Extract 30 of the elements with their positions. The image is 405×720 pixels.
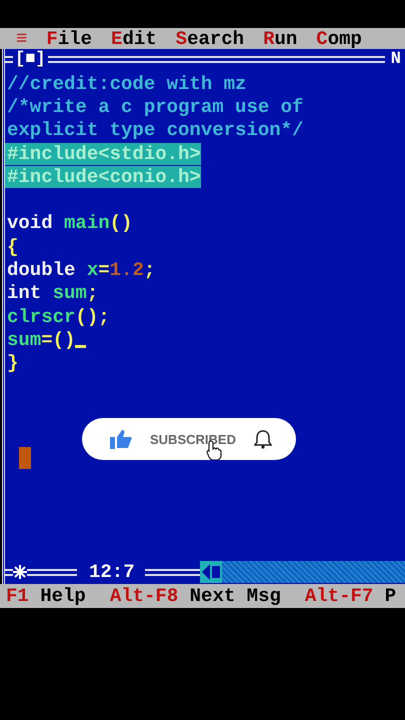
resize-corner-icon[interactable] xyxy=(13,565,27,579)
shortcut-hint[interactable]: F1 Help xyxy=(6,585,86,607)
code-line: sum=() xyxy=(6,328,76,351)
subscribed-label[interactable]: SUBSCRIBED xyxy=(150,432,236,446)
block-cursor xyxy=(19,447,31,469)
code-line: int sum; xyxy=(6,282,98,304)
code-line: { xyxy=(6,236,18,258)
code-line: double x=1.2; xyxy=(6,259,156,282)
window-title: N xyxy=(390,50,402,68)
thumbs-up-icon[interactable] xyxy=(110,429,132,449)
close-box[interactable]: [■] xyxy=(15,50,46,68)
menu-item[interactable]: Run xyxy=(263,28,298,49)
code-line: void main() xyxy=(6,212,132,234)
shortcut-hint[interactable]: Alt-F7 P xyxy=(304,585,396,607)
menu-item[interactable]: Comp xyxy=(316,28,362,49)
menu-item[interactable]: Search xyxy=(176,28,244,49)
menu-item[interactable]: File xyxy=(46,28,92,49)
bell-icon[interactable] xyxy=(254,429,272,449)
code-line: /*write a c program use of xyxy=(6,96,304,118)
cursor-position: 12:7 xyxy=(88,561,135,583)
frame-line xyxy=(5,568,13,576)
horizontal-scrollbar[interactable] xyxy=(200,561,405,583)
scroll-left-icon[interactable] xyxy=(200,561,222,583)
code-line: explicit type conversion*/ xyxy=(6,119,304,142)
menu-item[interactable]: Edit xyxy=(111,28,157,49)
frame-line xyxy=(5,56,13,62)
code-line: clrscr(); xyxy=(6,306,110,328)
shortcut-hint[interactable]: Alt-F8 Next Msg xyxy=(110,585,281,607)
code-line: } xyxy=(6,352,18,374)
code-line: //credit:code with mz xyxy=(6,72,246,95)
